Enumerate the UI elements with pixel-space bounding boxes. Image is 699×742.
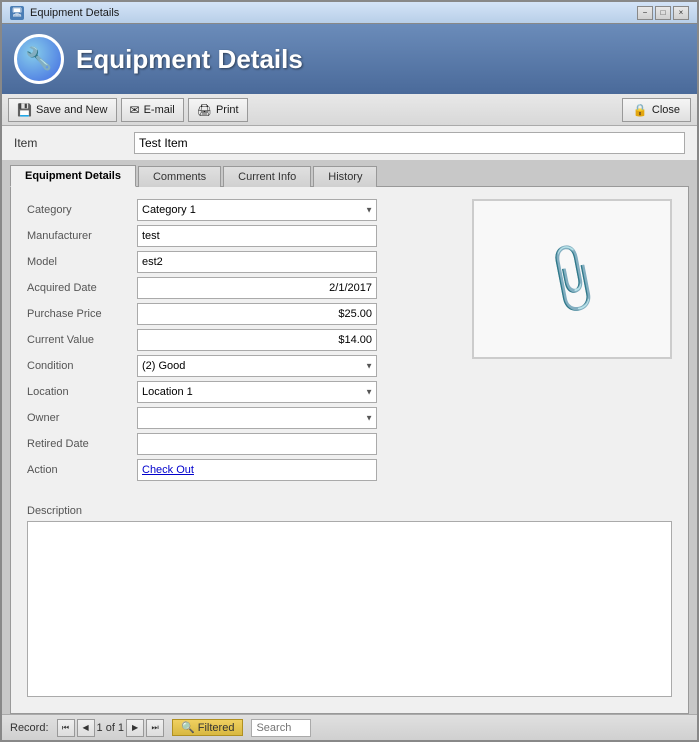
action-field: Check Out <box>137 459 377 481</box>
email-button[interactable]: ✉ E-mail <box>121 98 184 122</box>
manufacturer-row: Manufacturer <box>27 225 456 247</box>
current-value-input[interactable] <box>137 329 377 351</box>
print-icon: 🖨 <box>197 103 212 117</box>
location-select-wrapper: Location 1 Location 2 <box>137 381 377 403</box>
location-label: Location <box>27 386 137 398</box>
description-area: Description <box>11 497 688 713</box>
toolbar: 💾 Save and New ✉ E-mail 🖨 Print 🔒 Close <box>2 94 697 126</box>
action-row: Action Check Out <box>27 459 456 481</box>
model-row: Model <box>27 251 456 273</box>
filtered-label: Filtered <box>198 722 235 734</box>
action-label: Action <box>27 464 137 476</box>
current-value-row: Current Value <box>27 329 456 351</box>
model-label: Model <box>27 256 137 268</box>
filtered-badge: 🔍 Filtered <box>172 719 243 736</box>
owner-select-wrapper <box>137 407 377 429</box>
owner-label: Owner <box>27 412 137 424</box>
category-row: Category Category 1 Category 2 <box>27 199 456 221</box>
close-label: Close <box>652 104 680 116</box>
model-input[interactable] <box>137 251 377 273</box>
close-button[interactable]: 🔒 Close <box>622 98 691 122</box>
last-record-button[interactable]: ⏭ <box>146 719 164 737</box>
save-new-label: Save and New <box>36 104 108 116</box>
category-select-wrapper: Category 1 Category 2 <box>137 199 377 221</box>
form-area: Category Category 1 Category 2 Manufactu… <box>11 187 688 497</box>
retired-date-label: Retired Date <box>27 438 137 450</box>
image-placeholder[interactable]: 📎 <box>472 199 672 359</box>
description-label: Description <box>27 505 672 517</box>
condition-row: Condition (1) Poor (2) Good (3) Excellen… <box>27 355 456 377</box>
minimize-button[interactable]: − <box>637 6 653 20</box>
owner-select[interactable] <box>137 407 377 429</box>
window-icon: 🖥 <box>10 6 24 20</box>
tabs-container: Equipment Details Comments Current Info … <box>2 160 697 714</box>
check-out-link[interactable]: Check Out <box>142 464 194 476</box>
email-label: E-mail <box>144 104 175 116</box>
prev-record-button[interactable]: ◀ <box>77 719 95 737</box>
window-controls: − □ × <box>637 6 689 20</box>
tab-current-info[interactable]: Current Info <box>223 166 311 187</box>
location-select[interactable]: Location 1 Location 2 <box>137 381 377 403</box>
status-bar: Record: ⏮ ◀ 1 of 1 ▶ ⏭ 🔍 Filtered <box>2 714 697 740</box>
purchase-price-input[interactable] <box>137 303 377 325</box>
save-new-button[interactable]: 💾 Save and New <box>8 98 117 122</box>
form-fields: Category Category 1 Category 2 Manufactu… <box>27 199 456 485</box>
close-window-button[interactable]: × <box>673 6 689 20</box>
print-button[interactable]: 🖨 Print <box>188 98 248 122</box>
tab-comments[interactable]: Comments <box>138 166 221 187</box>
purchase-price-label: Purchase Price <box>27 308 137 320</box>
nav-controls: ⏮ ◀ 1 of 1 ▶ ⏭ <box>57 719 165 737</box>
current-value-label: Current Value <box>27 334 137 346</box>
category-select[interactable]: Category 1 Category 2 <box>137 199 377 221</box>
item-input[interactable] <box>134 132 685 154</box>
header-title: Equipment Details <box>76 44 303 75</box>
condition-select-wrapper: (1) Poor (2) Good (3) Excellent <box>137 355 377 377</box>
tab-history[interactable]: History <box>313 166 377 187</box>
paperclip-icon: 📎 <box>530 238 613 320</box>
search-input[interactable] <box>251 719 311 737</box>
retired-date-row: Retired Date <box>27 433 456 455</box>
first-record-button[interactable]: ⏮ <box>57 719 75 737</box>
email-icon: ✉ <box>130 103 140 117</box>
close-icon: 🔒 <box>633 103 648 117</box>
description-textarea[interactable] <box>27 521 672 697</box>
next-record-button[interactable]: ▶ <box>126 719 144 737</box>
header-area: 🔧 Equipment Details <box>2 24 697 94</box>
condition-label: Condition <box>27 360 137 372</box>
save-icon: 💾 <box>17 103 32 117</box>
window-title: Equipment Details <box>30 7 119 19</box>
item-row: Item <box>2 126 697 160</box>
condition-select[interactable]: (1) Poor (2) Good (3) Excellent <box>137 355 377 377</box>
filtered-icon: 🔍 <box>181 721 195 734</box>
manufacturer-label: Manufacturer <box>27 230 137 242</box>
purchase-price-row: Purchase Price <box>27 303 456 325</box>
title-bar: 🖥 Equipment Details − □ × <box>2 2 697 24</box>
restore-button[interactable]: □ <box>655 6 671 20</box>
manufacturer-input[interactable] <box>137 225 377 247</box>
acquired-date-input[interactable] <box>137 277 377 299</box>
item-label: Item <box>14 136 134 150</box>
header-icon: 🔧 <box>14 34 64 84</box>
record-label: Record: <box>10 722 49 734</box>
location-row: Location Location 1 Location 2 <box>27 381 456 403</box>
tabs-header: Equipment Details Comments Current Info … <box>10 164 689 186</box>
tab-equipment-details[interactable]: Equipment Details <box>10 165 136 187</box>
title-bar-left: 🖥 Equipment Details <box>10 6 119 20</box>
tab-content: Category Category 1 Category 2 Manufactu… <box>10 186 689 714</box>
record-count: 1 of 1 <box>97 722 125 734</box>
acquired-date-label: Acquired Date <box>27 282 137 294</box>
retired-date-input[interactable] <box>137 433 377 455</box>
main-window: 🖥 Equipment Details − □ × 🔧 Equipment De… <box>0 0 699 742</box>
print-label: Print <box>216 104 239 116</box>
category-label: Category <box>27 204 137 216</box>
acquired-date-row: Acquired Date <box>27 277 456 299</box>
owner-row: Owner <box>27 407 456 429</box>
